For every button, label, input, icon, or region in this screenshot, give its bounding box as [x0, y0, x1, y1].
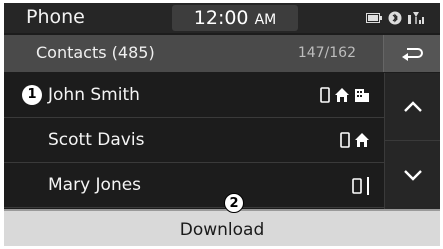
contact-name: Mary Jones — [48, 175, 142, 195]
contact-name: Scott Davis — [48, 130, 145, 150]
contact-icons — [320, 87, 370, 103]
clock: 12:00 AM — [172, 7, 298, 29]
list-divider-icon — [367, 177, 369, 195]
contact-icons — [340, 132, 370, 148]
bluetooth-icon — [388, 11, 402, 25]
back-button[interactable] — [383, 35, 440, 72]
scroll-down-button[interactable] — [385, 141, 440, 208]
contacts-count: 147/162 — [297, 45, 356, 61]
app-title: Phone — [26, 6, 85, 28]
contacts-header: Contacts (485) 147/162 — [4, 35, 440, 72]
contacts-title: Contacts (485) — [36, 43, 155, 62]
chevron-down-icon — [404, 169, 422, 181]
clock-ampm: AM — [254, 12, 277, 28]
phone-screen: Phone 12:00 AM Contacts (485) 147/162 1 … — [4, 3, 440, 246]
callout-badge-1: 1 — [22, 85, 42, 105]
mobile-icon — [352, 178, 362, 194]
status-bar: Phone 12:00 AM — [4, 3, 440, 33]
home-icon — [335, 88, 349, 102]
chevron-up-icon — [404, 100, 422, 112]
download-label: Download — [179, 220, 265, 240]
office-icon — [355, 89, 369, 102]
mobile-icon — [340, 132, 350, 148]
callout-badge-2: 2 — [224, 193, 244, 213]
contact-list: 1 John Smith Scott Davis Mary Jones — [4, 73, 384, 208]
contact-icons — [352, 177, 370, 195]
home-icon — [355, 133, 369, 147]
battery-icon — [366, 13, 382, 23]
contact-name: John Smith — [48, 85, 140, 105]
clock-time: 12:00 — [193, 7, 249, 29]
scroll-column — [384, 73, 440, 209]
clock-box: 12:00 AM — [172, 5, 298, 31]
download-button[interactable]: Download — [4, 209, 440, 246]
signal-icon — [408, 12, 424, 24]
contact-row[interactable]: Scott Davis — [4, 118, 384, 163]
contact-row[interactable]: 1 John Smith — [4, 73, 384, 118]
mobile-icon — [320, 87, 330, 103]
contact-row[interactable]: Mary Jones — [4, 163, 384, 208]
scroll-up-button[interactable] — [385, 73, 440, 141]
status-icons — [366, 11, 426, 25]
back-arrow-icon — [402, 47, 423, 61]
device-frame: Phone 12:00 AM Contacts (485) 147/162 1 … — [0, 0, 443, 249]
